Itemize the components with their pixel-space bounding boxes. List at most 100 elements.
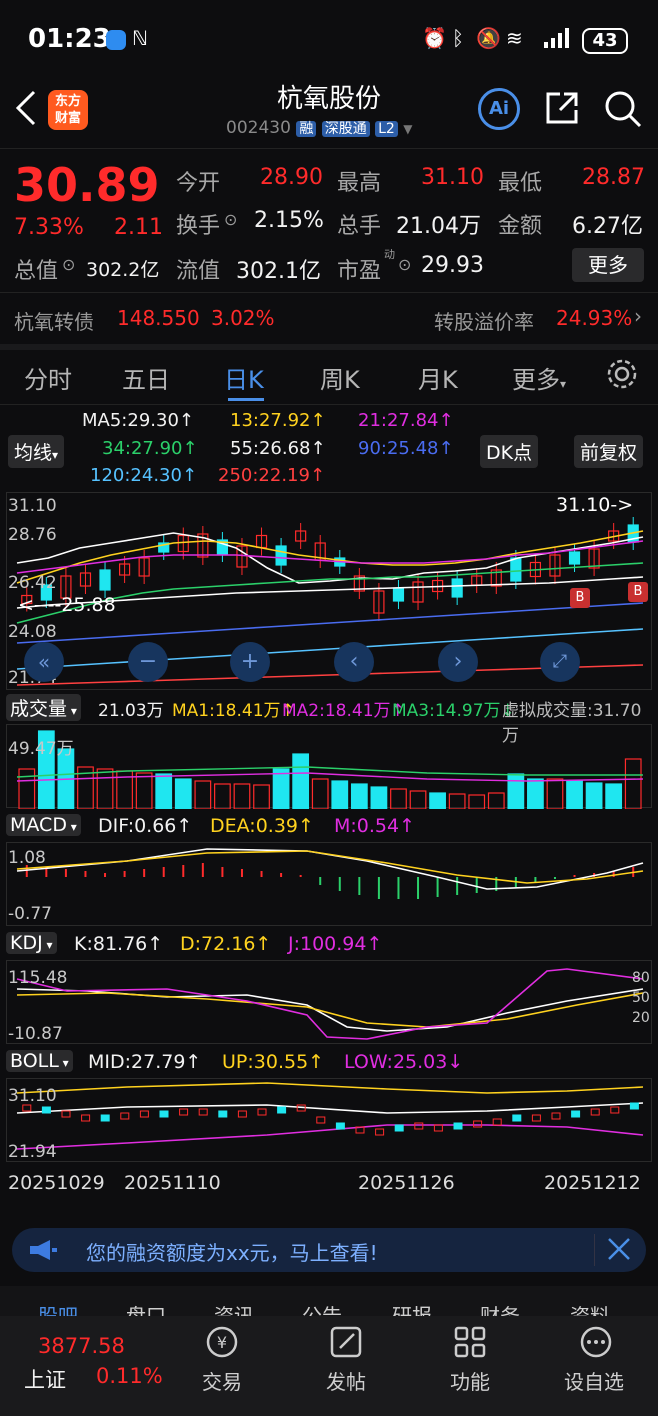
sub-tab-notice[interactable]: 公告 (302, 1300, 342, 1316)
volume-bar (585, 782, 603, 810)
divider (0, 404, 658, 405)
volume-bar (390, 788, 407, 810)
boll-candle (512, 1114, 522, 1122)
tab-daily-k[interactable]: 日K (224, 360, 264, 395)
ma13-value: 13:27.92↑ (230, 410, 326, 431)
volume-indicator-select[interactable]: 成交量 ▾ (6, 694, 81, 721)
tab-five-day[interactable]: 五日 (122, 360, 170, 395)
volume-bar (507, 773, 525, 810)
function-icon[interactable] (452, 1324, 488, 1364)
boll-candle (571, 1110, 581, 1118)
sub-tab-research[interactable]: 研报 (392, 1300, 432, 1316)
post-icon[interactable] (328, 1324, 364, 1364)
index-pct: 0.11% (96, 1364, 163, 1388)
moving-average-line (16, 530, 644, 584)
volume-bar (96, 768, 114, 810)
volume-bar (448, 793, 466, 810)
tab-weekly-k[interactable]: 周K (320, 360, 360, 395)
macd-y-bottom: -0.77 (8, 904, 52, 924)
close-icon[interactable] (606, 1236, 632, 1266)
forward-adjust-button[interactable]: 前复权 (574, 435, 644, 468)
add-watchlist-label[interactable]: 设自选 (564, 1366, 624, 1395)
kdj-k: K:81.76↑ (74, 933, 164, 955)
kline-y-label: 28.76 (8, 525, 57, 545)
index-name: 上证 (24, 1368, 66, 1392)
volume-label: 总手 (337, 214, 382, 239)
boll-mid: MID:27.79↑ (88, 1051, 202, 1073)
volume-bar (468, 794, 486, 810)
stock-code: 002430 (226, 118, 291, 138)
dk-point-button[interactable]: DK点 (480, 435, 539, 468)
tab-more[interactable]: 更多▾ (512, 360, 566, 395)
kdj-y-top: 115.48 (8, 968, 68, 988)
zoom-in-icon[interactable]: + (230, 642, 270, 682)
low-label: 最低 (498, 171, 543, 196)
zoom-out-icon[interactable]: − (128, 642, 168, 682)
megaphone-icon (28, 1238, 58, 1266)
macd-indicator-select[interactable]: MACD ▾ (6, 814, 81, 836)
index-value[interactable]: 3877.58 (38, 1334, 125, 1358)
margin-promo-banner[interactable]: 您的融资额度为xx元，马上查看! (12, 1228, 646, 1272)
trade-label[interactable]: 交易 (202, 1366, 242, 1395)
boll-lower-line (16, 1124, 644, 1150)
premium-label: 转股溢价率 (434, 310, 534, 334)
convertible-bond-row[interactable]: 杭氧转债 148.550 3.02% 转股溢价率 24.93% › (0, 296, 658, 342)
ai-icon[interactable]: Ai (478, 88, 520, 130)
volume-bar (429, 792, 446, 810)
active-tab-indicator (228, 398, 264, 401)
share-icon[interactable] (544, 90, 580, 130)
chevron-down-icon[interactable]: ▼ (403, 122, 412, 136)
premium-value: 24.93% (556, 306, 633, 330)
boll-indicator-select[interactable]: BOLL ▾ (6, 1050, 73, 1072)
volume-bar (272, 768, 290, 810)
function-label[interactable]: 功能 (450, 1366, 490, 1395)
level2-tag: L2 (375, 121, 398, 137)
sub-tab-profile[interactable]: 资料 (570, 1300, 610, 1316)
kdj-y-bottom: -10.87 (8, 1024, 63, 1044)
high-marker: 31.10-> (556, 494, 634, 516)
add-watchlist-icon[interactable] (578, 1324, 614, 1364)
kdj-level-20: 20 (632, 1010, 650, 1026)
pe-label: 市盈 (337, 259, 382, 284)
settings-icon[interactable] (606, 358, 638, 394)
volume-bar (546, 778, 564, 810)
ma-select-button[interactable]: 均线▾ (8, 435, 65, 468)
sub-tab-guba[interactable]: 股吧 (38, 1300, 78, 1316)
kdj-indicator-select[interactable]: KDJ ▾ (6, 932, 57, 954)
boll-candle (159, 1110, 169, 1118)
scroll-left-icon[interactable]: ‹ (334, 642, 374, 682)
info-icon[interactable]: ⊙ (224, 210, 237, 229)
volume-ma1: MA1:18.41万↑ (172, 701, 295, 721)
fullscreen-icon[interactable]: ⤢ (540, 642, 580, 682)
kline-y-label: 26.42 (8, 573, 57, 593)
sub-tab-finance[interactable]: 财务 (480, 1300, 520, 1316)
tab-intraday[interactable]: 分时 (24, 360, 72, 395)
rewind-icon[interactable]: « (24, 642, 64, 682)
high-value: 31.10 (421, 165, 484, 190)
high-label: 最高 (337, 171, 382, 196)
boll-up: UP:30.55↑ (222, 1051, 325, 1073)
boll-candle (139, 1110, 149, 1118)
nfc-icon: ℕ (132, 26, 149, 50)
status-bar: 01:23 ℕ ⏰ ᛒ 🔕 ≋ 43 (0, 0, 658, 78)
trade-icon[interactable]: ¥ (204, 1324, 240, 1364)
moving-average-line (16, 532, 644, 584)
boll-candle (531, 1114, 541, 1122)
more-button[interactable]: 更多 (572, 248, 644, 282)
market-cap-label: 总值 (14, 259, 59, 284)
sub-tab-handicap[interactable]: 盘口 (126, 1300, 166, 1316)
search-icon[interactable] (604, 90, 642, 132)
ma21-value: 21:27.84↑ (358, 410, 454, 431)
tab-monthly-k[interactable]: 月K (418, 360, 458, 395)
volume-bar (409, 790, 427, 810)
margin-tag: 融 (296, 121, 317, 137)
chevron-right-icon: › (634, 304, 642, 328)
info-icon[interactable]: ⊙ (398, 255, 411, 274)
ma55-value: 55:26.68↑ (230, 438, 326, 459)
boll-candle (375, 1128, 385, 1136)
post-label[interactable]: 发帖 (326, 1366, 366, 1395)
scroll-right-icon[interactable]: › (438, 642, 478, 682)
sub-tab-news[interactable]: 资讯 (214, 1300, 254, 1316)
info-icon[interactable]: ⊙ (62, 255, 75, 274)
macd-dea-line (16, 850, 644, 884)
